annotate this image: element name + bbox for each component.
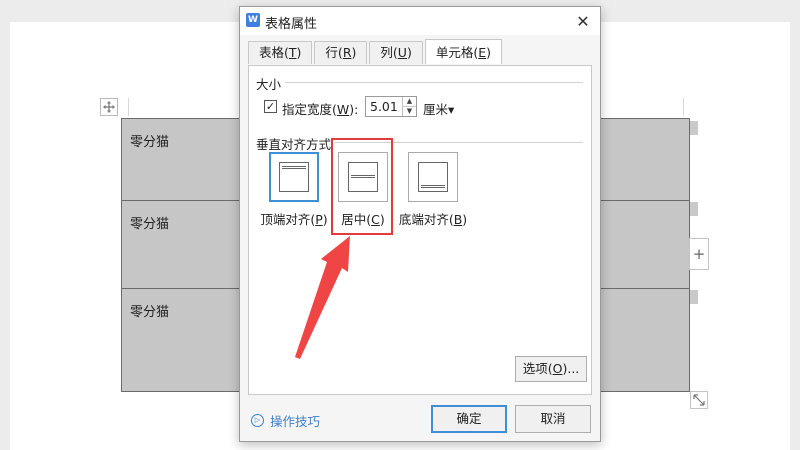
align-center-option[interactable]: 居中(C): [323, 152, 403, 228]
ruler-marker: [128, 98, 129, 116]
spin-buttons: ▲ ▼: [402, 97, 416, 116]
width-spinner[interactable]: 5.01 ▲ ▼: [365, 96, 417, 117]
unit-dropdown[interactable]: 厘米▾: [423, 99, 454, 118]
specify-width-label[interactable]: 指定宽度(W):: [282, 99, 358, 118]
wps-writer-icon: W: [246, 13, 260, 27]
tab-cell[interactable]: 单元格(E): [424, 39, 503, 64]
operation-tips-link[interactable]: ▷ 操作技巧: [251, 411, 320, 430]
align-top-icon[interactable]: [269, 152, 319, 202]
play-circle-icon: ▷: [251, 414, 264, 427]
tab-row[interactable]: 行(R): [314, 41, 368, 64]
dialog-title: 表格属性: [265, 17, 318, 32]
ruler-marker: [683, 98, 684, 116]
align-bottom-label[interactable]: 底端对齐(B): [393, 209, 473, 228]
align-center-label[interactable]: 居中(C): [323, 209, 403, 228]
align-center-icon[interactable]: [338, 152, 388, 202]
group-divider: [331, 142, 583, 143]
group-divider: [285, 82, 583, 83]
cancel-button[interactable]: 取消: [515, 405, 591, 433]
cell-tab-panel: 大小 ✓ 指定宽度(W): 5.01 ▲ ▼ 厘米▾ 垂直对齐方式 顶端对齐(P…: [248, 65, 592, 395]
ok-button[interactable]: 确定: [431, 405, 507, 433]
options-button[interactable]: 选项(O)...: [515, 356, 587, 382]
align-bottom-icon[interactable]: [408, 152, 458, 202]
width-value[interactable]: 5.01: [370, 99, 398, 114]
tab-column[interactable]: 列(U): [369, 41, 423, 64]
row-marker: [690, 290, 698, 304]
resize-table-icon[interactable]: [690, 391, 708, 409]
size-group-label: 大小: [256, 74, 286, 93]
tab-bar: 表格(T) 行(R) 列(U) 单元格(E): [248, 39, 504, 65]
spin-up-icon[interactable]: ▲: [403, 97, 416, 107]
align-top-label[interactable]: 顶端对齐(P): [254, 209, 334, 228]
close-button[interactable]: ✕: [572, 10, 594, 32]
align-bottom-option[interactable]: 底端对齐(B): [393, 152, 473, 228]
tab-table[interactable]: 表格(T): [248, 41, 313, 64]
vertical-align-group-label: 垂直对齐方式: [256, 134, 336, 153]
dialog-titlebar: W 表格属性 ✕: [240, 7, 600, 35]
add-column-button[interactable]: +: [689, 238, 709, 270]
move-table-icon[interactable]: [100, 98, 118, 116]
chevron-down-icon: ▾: [448, 102, 455, 117]
spin-down-icon[interactable]: ▼: [403, 107, 416, 116]
row-marker: [690, 202, 698, 216]
row-marker: [690, 121, 698, 135]
align-top-option[interactable]: 顶端对齐(P): [254, 152, 334, 228]
table-properties-dialog: W 表格属性 ✕ 表格(T) 行(R) 列(U) 单元格(E) 大小 ✓ 指定宽…: [239, 6, 601, 442]
specify-width-checkbox[interactable]: ✓: [264, 100, 277, 113]
